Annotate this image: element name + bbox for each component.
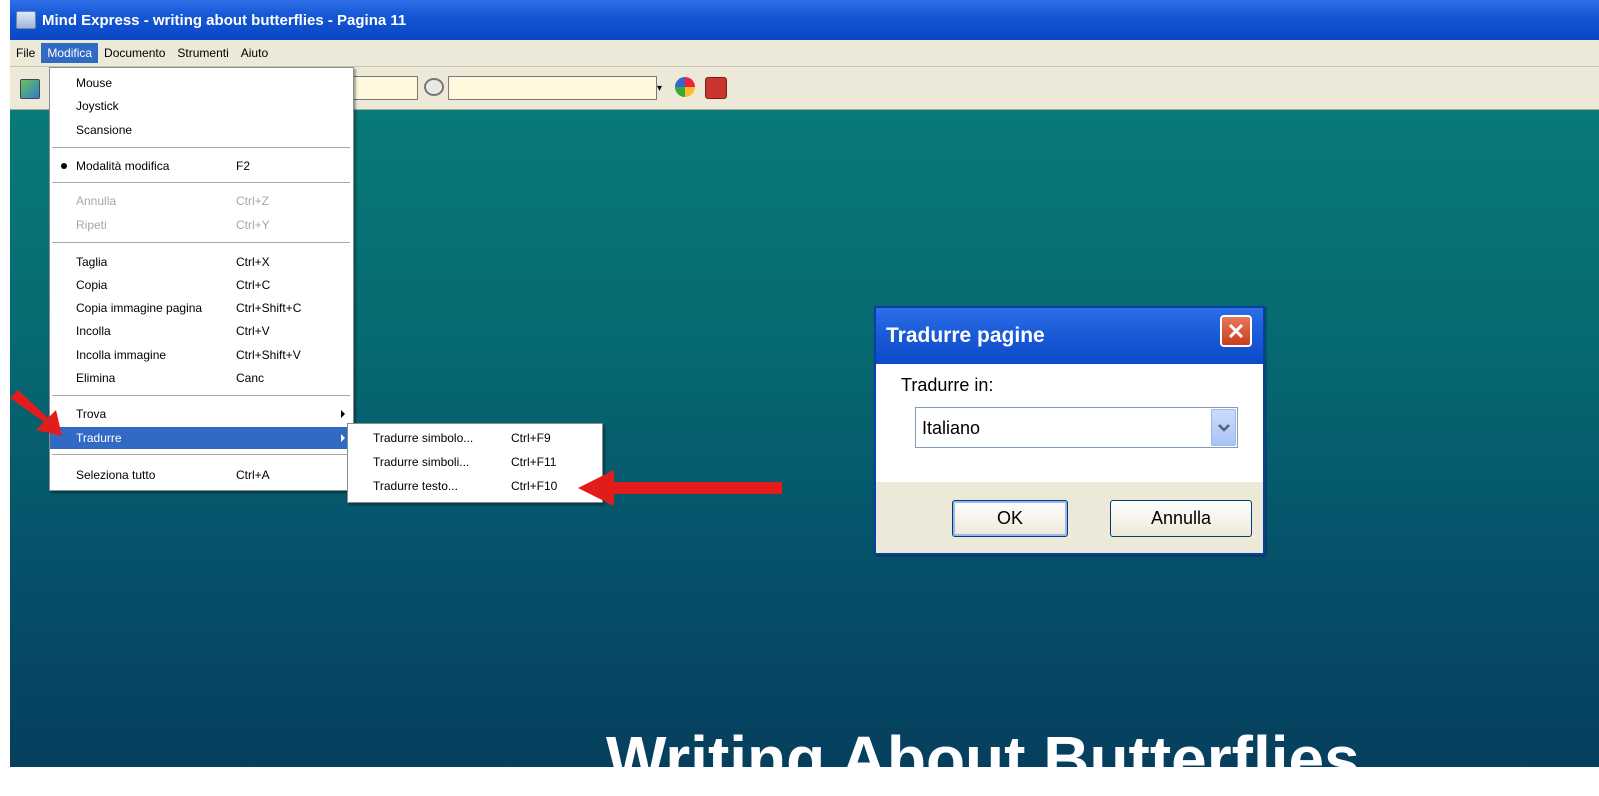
dropdown-button[interactable] — [1211, 409, 1236, 446]
menu-item-incolla-immagine[interactable]: Incolla immagine Ctrl+Shift+V — [50, 344, 353, 366]
menu-item-shortcut: Canc — [236, 371, 265, 385]
menu-item-shortcut: Ctrl+A — [236, 468, 270, 482]
menu-separator — [52, 147, 350, 149]
page-heading: Writing About Butterflies — [606, 723, 1360, 795]
menu-separator — [52, 242, 350, 244]
submenu-item-shortcut: Ctrl+F10 — [511, 479, 558, 493]
red-arrow-icon — [10, 390, 62, 436]
paint-palette-icon[interactable] — [675, 77, 695, 97]
chevron-down-icon[interactable]: ▾ — [657, 83, 662, 94]
submenu-item-label: Tradurre simbolo... — [373, 431, 474, 445]
submenu-arrow-icon — [341, 434, 345, 442]
menu-modifica[interactable]: Modifica — [41, 43, 99, 63]
close-button[interactable] — [1220, 315, 1252, 347]
ok-button[interactable]: OK — [952, 500, 1068, 537]
menu-item-label: Elimina — [76, 371, 116, 385]
toolbar-combo-field[interactable] — [448, 76, 657, 100]
menu-item-label: Annulla — [76, 194, 117, 208]
menu-item-ripeti: Ripeti Ctrl+Y — [50, 214, 353, 236]
menu-item-scansione[interactable]: Scansione — [50, 119, 353, 141]
submenu-item-tradurre-simboli[interactable]: Tradurre simboli... Ctrl+F11 — [348, 451, 602, 473]
dialog-body: Tradurre in: Italiano — [876, 364, 1263, 482]
dialog-title-bar: Tradurre pagine — [876, 308, 1263, 364]
red-arrow-icon — [578, 470, 782, 506]
menu-item-mouse[interactable]: Mouse — [50, 72, 353, 94]
menu-item-seleziona-tutto[interactable]: Seleziona tutto Ctrl+A — [50, 464, 353, 486]
menu-item-label: Modalità modifica — [76, 159, 170, 173]
menu-aiuto[interactable]: Aiuto — [235, 43, 274, 63]
menu-item-copia[interactable]: Copia Ctrl+C — [50, 274, 353, 296]
toolbar-field[interactable] — [353, 76, 418, 100]
edit-menu: Mouse Joystick Scansione Modalità modifi… — [49, 67, 354, 491]
menu-item-shortcut: Ctrl+C — [236, 278, 271, 292]
menu-item-annulla: Annulla Ctrl+Z — [50, 190, 353, 212]
submenu-item-label: Tradurre simboli... — [373, 455, 470, 469]
submenu-arrow-icon — [341, 410, 345, 418]
menu-item-shortcut: Ctrl+V — [236, 324, 270, 338]
submenu-item-label: Tradurre testo... — [373, 479, 458, 493]
menu-item-shortcut: Ctrl+Shift+V — [236, 348, 301, 362]
app-icon — [16, 11, 36, 29]
menu-item-shortcut: Ctrl+Y — [236, 218, 270, 232]
menu-item-taglia[interactable]: Taglia Ctrl+X — [50, 251, 353, 273]
translate-dialog: Tradurre pagine Tradurre in: Italiano OK… — [874, 306, 1265, 555]
menu-item-incolla[interactable]: Incolla Ctrl+V — [50, 320, 353, 342]
submenu-item-shortcut: Ctrl+F9 — [511, 431, 551, 445]
menu-item-label: Copia immagine pagina — [76, 301, 203, 315]
close-icon — [1228, 323, 1244, 339]
menu-item-label: Trova — [76, 407, 107, 421]
language-label: Tradurre in: — [901, 375, 994, 395]
menu-item-label: Incolla immagine — [76, 348, 167, 362]
dialog-title: Tradurre pagine — [886, 324, 1045, 347]
menu-documento[interactable]: Documento — [98, 43, 171, 63]
submenu-item-shortcut: Ctrl+F11 — [511, 455, 557, 469]
radio-bullet-icon — [61, 163, 67, 169]
menu-strumenti[interactable]: Strumenti — [171, 43, 234, 63]
menu-item-shortcut: Ctrl+Z — [236, 194, 269, 208]
book-icon[interactable] — [705, 77, 727, 99]
menu-item-label: Taglia — [76, 255, 108, 269]
menu-bar: File Modifica Documento Strumenti Aiuto — [10, 40, 1599, 67]
page-icon[interactable] — [20, 79, 40, 99]
menu-item-elimina[interactable]: Elimina Canc — [50, 367, 353, 389]
menu-separator — [52, 395, 350, 397]
submenu-item-tradurre-testo[interactable]: Tradurre testo... Ctrl+F10 — [348, 475, 602, 497]
speech-balloon-icon[interactable] — [424, 78, 444, 96]
menu-separator — [52, 182, 350, 184]
menu-item-label: Ripeti — [76, 218, 107, 232]
submenu-item-tradurre-simbolo[interactable]: Tradurre simbolo... Ctrl+F9 — [348, 427, 602, 449]
menu-item-label: Tradurre — [76, 431, 122, 445]
menu-item-label: Copia — [76, 278, 108, 292]
menu-item-copia-immagine-pagina[interactable]: Copia immagine pagina Ctrl+Shift+C — [50, 297, 353, 319]
language-select-value: Italiano — [922, 418, 981, 438]
menu-item-shortcut: F2 — [236, 159, 251, 173]
menu-item-shortcut: Ctrl+X — [236, 255, 270, 269]
menu-item-shortcut: Ctrl+Shift+C — [236, 301, 302, 315]
menu-item-label: Scansione — [76, 123, 133, 137]
title-bar: Mind Express - writing about butterflies… — [10, 0, 1599, 40]
menu-item-modalita-modifica[interactable]: Modalità modifica F2 — [50, 155, 353, 177]
menu-item-label: Incolla — [76, 324, 111, 338]
cancel-button[interactable]: Annulla — [1110, 500, 1252, 537]
menu-item-label: Joystick — [76, 99, 119, 113]
menu-item-label: Seleziona tutto — [76, 468, 156, 482]
menu-file[interactable]: File — [10, 43, 41, 63]
menu-item-trova[interactable]: Trova — [50, 403, 353, 425]
translate-submenu: Tradurre simbolo... Ctrl+F9 Tradurre sim… — [347, 423, 603, 503]
language-select[interactable]: Italiano — [915, 407, 1238, 448]
menu-item-joystick[interactable]: Joystick — [50, 95, 353, 117]
chevron-down-icon — [1218, 424, 1230, 432]
window-title: Mind Express - writing about butterflies… — [42, 11, 407, 29]
menu-separator — [52, 454, 350, 456]
menu-item-label: Mouse — [76, 76, 113, 90]
menu-item-tradurre[interactable]: Tradurre — [50, 427, 353, 449]
